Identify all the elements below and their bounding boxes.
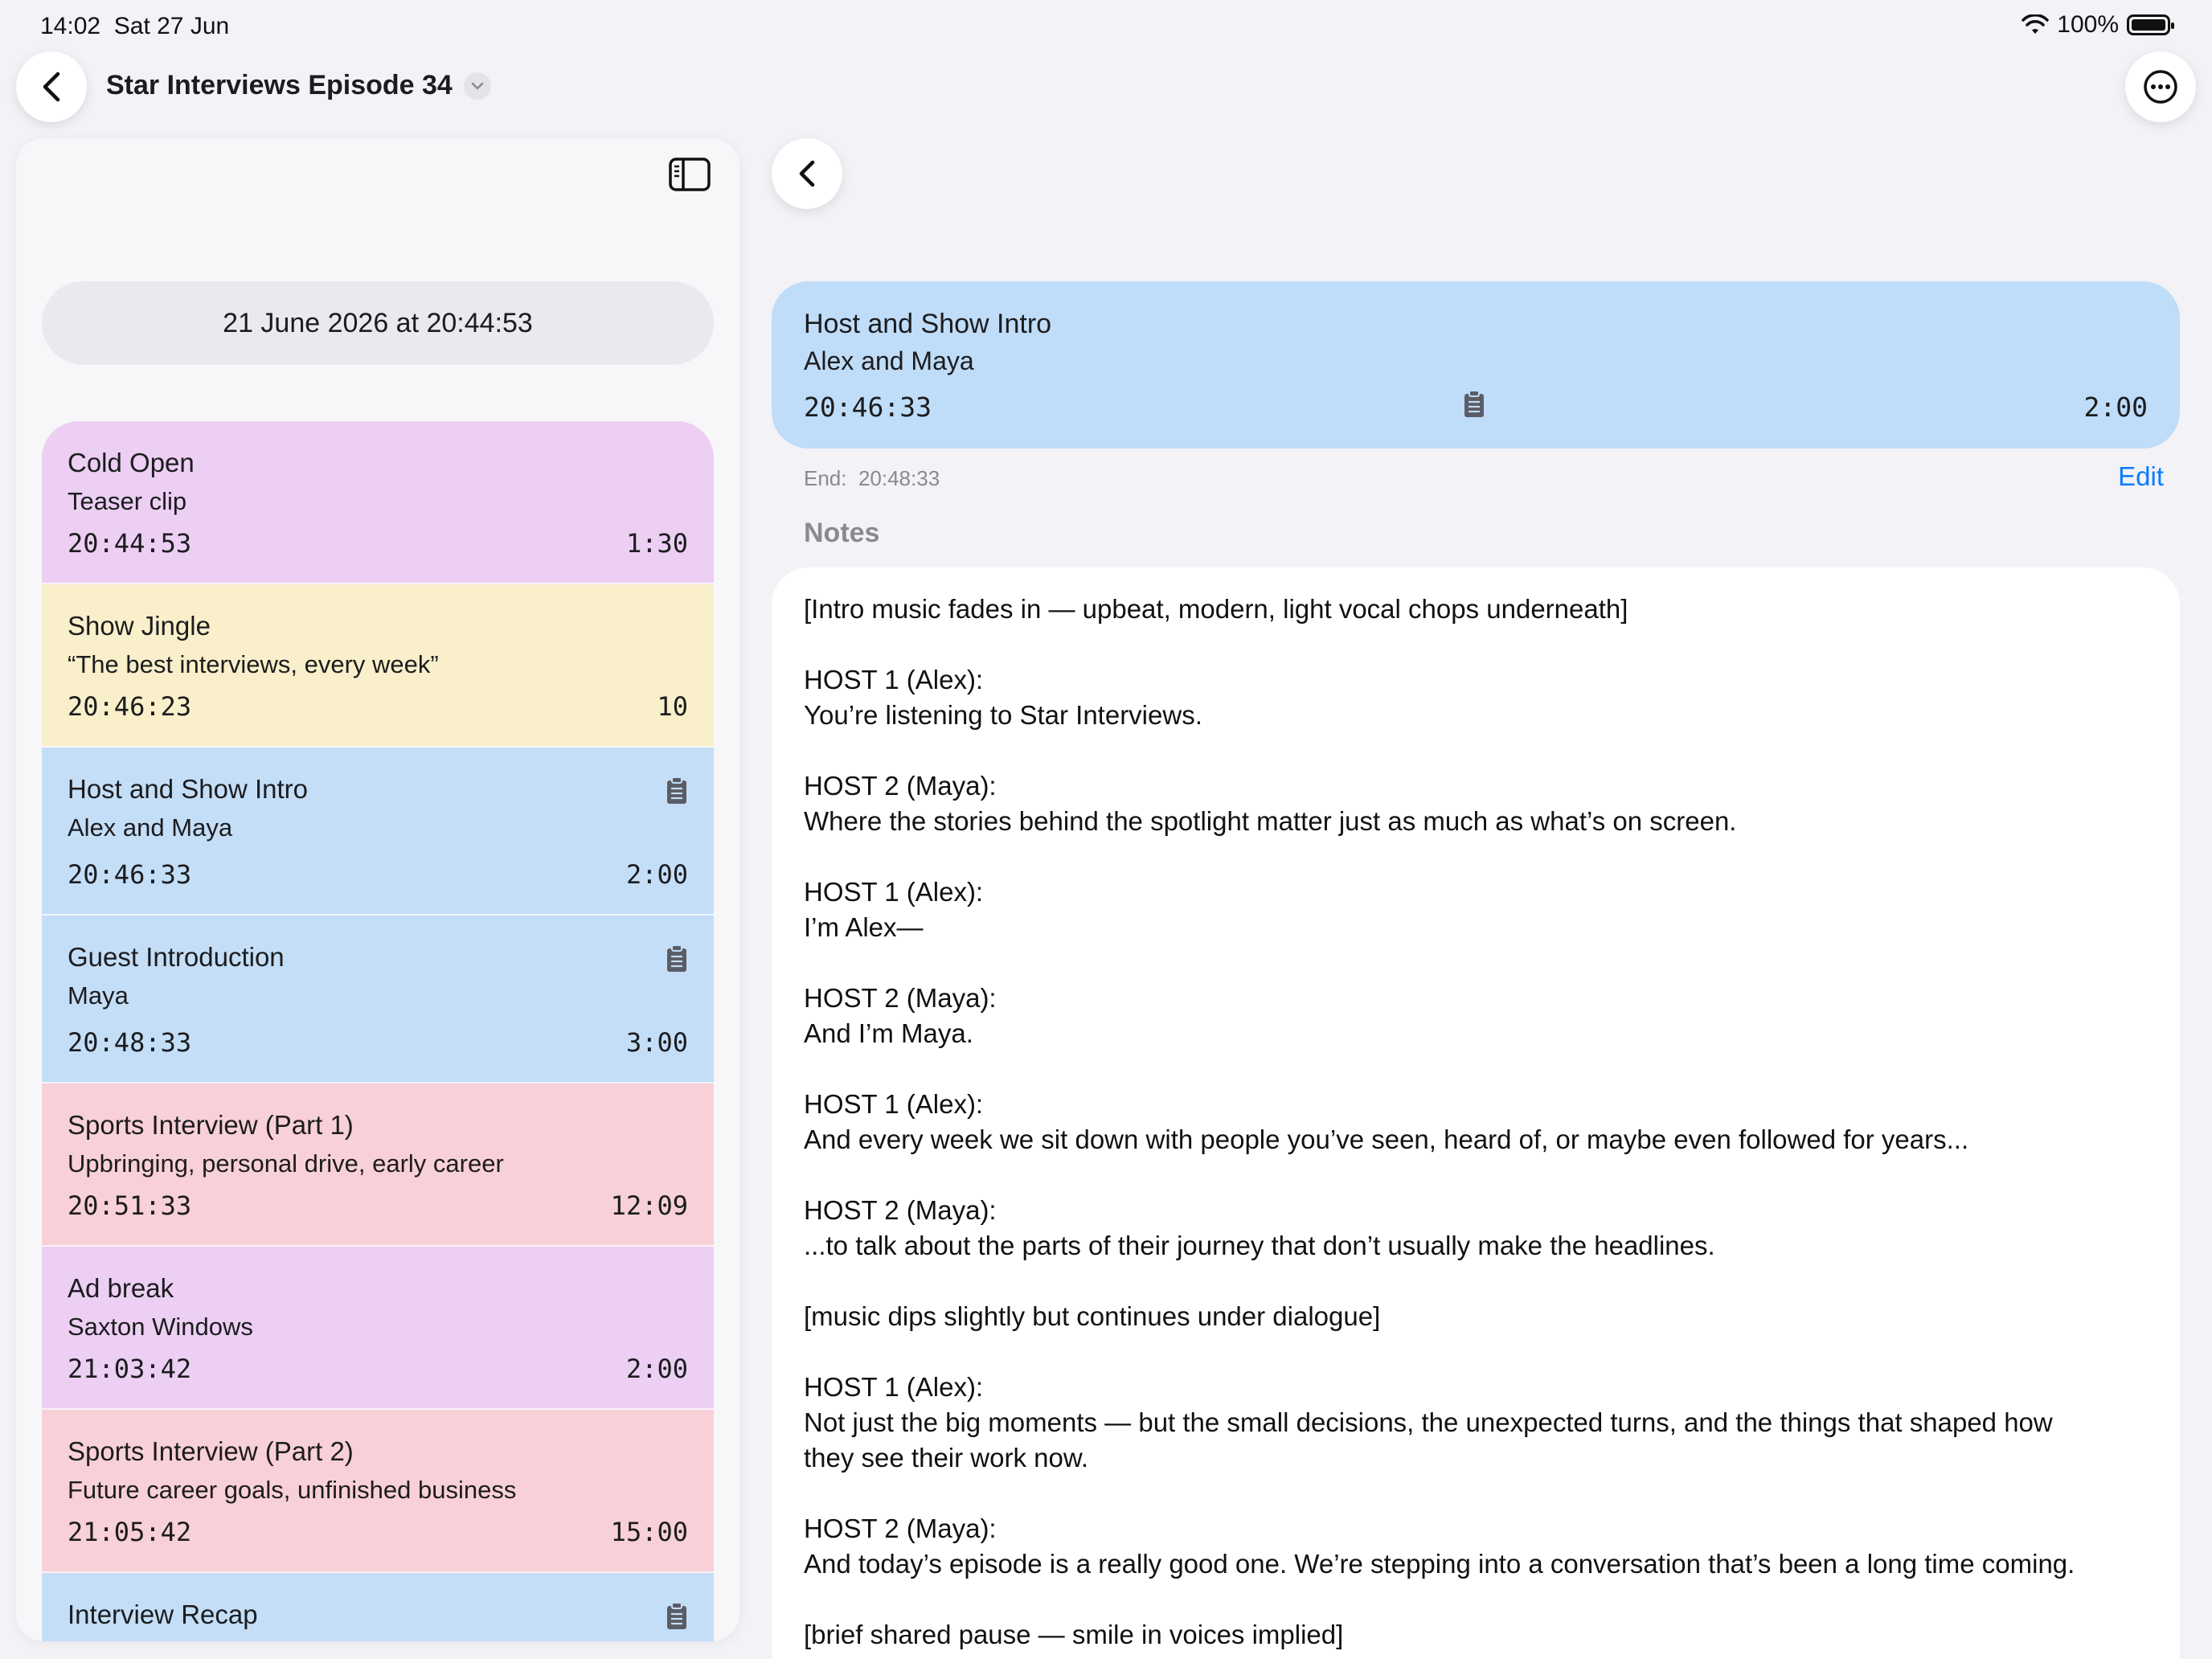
notes-paragraph: HOST 2 (Maya): ...to talk about the part… (804, 1195, 1715, 1260)
segment-title: Host and Show Intro (804, 309, 1052, 339)
rundown-sidebar: 21 June 2026 at 20:44:53 Cold Open Teaser… (16, 138, 739, 1641)
segment-title: Show Jingle (68, 611, 211, 641)
clipboard-icon (666, 944, 688, 980)
segment-subtitle: “The best interviews, every week” (68, 650, 439, 678)
notes-paragraph: HOST 1 (Alex): You’re listening to Star … (804, 665, 1202, 730)
segment-start-time: 20:46:33 (804, 391, 932, 423)
segment-duration: 2:00 (625, 859, 688, 890)
segment-subtitle: Saxton Windows (68, 1313, 253, 1341)
segment-start-time: 20:48:33 (68, 1027, 192, 1058)
segment-subtitle: Alex and Maya (68, 813, 233, 842)
notes-paragraph: HOST 1 (Alex): I’m Alex— (804, 877, 984, 942)
selected-segment-card[interactable]: Host and Show Intro Alex and Maya 20:46:… (772, 281, 2180, 449)
notes-paragraph: HOST 2 (Maya): Where the stories behind … (804, 771, 1737, 836)
segment-row[interactable]: Cold Open Teaser clip 20:44:53 1:30 (42, 421, 714, 584)
segment-subtitle: Future career goals, unfinished business (68, 1476, 517, 1504)
edit-button[interactable]: Edit (2118, 461, 2164, 492)
segment-start-time: 21:03:42 (68, 1354, 192, 1384)
segment-duration: 15:00 (610, 1517, 688, 1547)
segment-start-time: 20:46:33 (68, 859, 192, 890)
segment-subtitle: Teaser clip (68, 487, 187, 515)
ellipsis-circle-icon (2144, 70, 2177, 104)
notes-text-area[interactable]: [Intro music fades in — upbeat, modern, … (772, 567, 2180, 1659)
notes-paragraph: [music dips slightly but continues under… (804, 1301, 1381, 1331)
status-bar-right: 100% (2022, 11, 2174, 39)
notes-heading: Notes (804, 518, 880, 548)
segment-subtitle: Upbringing, personal drive, early career (68, 1149, 504, 1178)
wifi-icon (2022, 14, 2050, 34)
sidebar-left-icon (669, 158, 711, 191)
segment-title: Guest Introduction (68, 942, 285, 972)
clipboard-icon (1463, 390, 1485, 423)
segment-start-time: 20:51:33 (68, 1190, 192, 1221)
segment-row[interactable]: Ad break Saxton Windows 21:03:42 2:00 (42, 1247, 714, 1410)
segment-list: Cold Open Teaser clip 20:44:53 1:30 Show … (42, 421, 714, 1641)
segment-subtitle: Maya (68, 981, 129, 1010)
notes-paragraph: HOST 2 (Maya): And today’s episode is a … (804, 1514, 2075, 1579)
start-date-label: 21 June 2026 at 20:44:53 (223, 307, 533, 338)
segment-title: Host and Show Intro (68, 774, 308, 804)
segment-row[interactable]: Guest Introduction Maya 20:48:33 3:00 (42, 916, 714, 1083)
notes-paragraph: HOST 2 (Maya): And I’m Maya. (804, 983, 997, 1048)
clipboard-icon (666, 776, 688, 812)
segment-duration: 2:00 (2083, 391, 2148, 423)
segment-duration: 2:00 (625, 1354, 688, 1384)
segment-duration: 3:00 (625, 1027, 688, 1058)
segment-title: Sports Interview (Part 1) (68, 1110, 354, 1140)
segment-duration: 10 (657, 691, 688, 722)
segment-start-time: 20:46:23 (68, 691, 192, 722)
segment-row[interactable]: Show Jingle “The best interviews, every w… (42, 584, 714, 748)
chevron-down-icon (463, 72, 491, 100)
battery-icon (2127, 14, 2174, 35)
back-button[interactable] (16, 51, 87, 122)
episode-title-menu[interactable]: Star Interviews Episode 34 (106, 70, 491, 101)
notes-paragraph: [Intro music fades in — upbeat, modern, … (804, 594, 1628, 624)
segment-duration: 1:30 (625, 528, 688, 559)
detail-back-button[interactable] (772, 138, 842, 209)
segment-row[interactable]: Host and Show Intro Alex and Maya 20:46:3… (42, 748, 714, 916)
segment-row[interactable]: Sports Interview (Part 1) Upbringing, per… (42, 1083, 714, 1247)
segment-title: Sports Interview (Part 2) (68, 1436, 354, 1466)
segment-row[interactable]: Interview Recap (42, 1573, 714, 1641)
sidebar-toggle-button[interactable] (669, 158, 711, 195)
start-date-button[interactable]: 21 June 2026 at 20:44:53 (42, 281, 714, 365)
page-title: Star Interviews Episode 34 (106, 70, 453, 100)
battery-percentage: 100% (2057, 11, 2119, 38)
chevron-left-icon (43, 72, 60, 102)
segment-title: Cold Open (68, 448, 195, 477)
segment-title: Ad break (68, 1273, 174, 1303)
status-bar-time: 14:02 Sat 27 Jun (40, 13, 230, 39)
more-options-button[interactable] (2125, 51, 2196, 122)
segment-subtitle: Alex and Maya (804, 346, 974, 375)
notes-paragraph: HOST 1 (Alex): Not just the big moments … (804, 1372, 2053, 1473)
notes-paragraph: [brief shared pause — smile in voices im… (804, 1620, 1344, 1649)
notes-paragraph: HOST 1 (Alex): And every week we sit dow… (804, 1089, 1969, 1154)
segment-start-time: 20:44:53 (68, 528, 192, 559)
chevron-left-icon (799, 160, 815, 187)
segment-title: Interview Recap (68, 1600, 258, 1629)
segment-row[interactable]: Sports Interview (Part 2) Future career g… (42, 1410, 714, 1573)
segment-duration: 12:09 (610, 1190, 688, 1221)
clipboard-icon (666, 1602, 688, 1637)
segment-start-time: 21:05:42 (68, 1517, 192, 1547)
segment-end-time: End: 20:48:33 (804, 466, 940, 490)
